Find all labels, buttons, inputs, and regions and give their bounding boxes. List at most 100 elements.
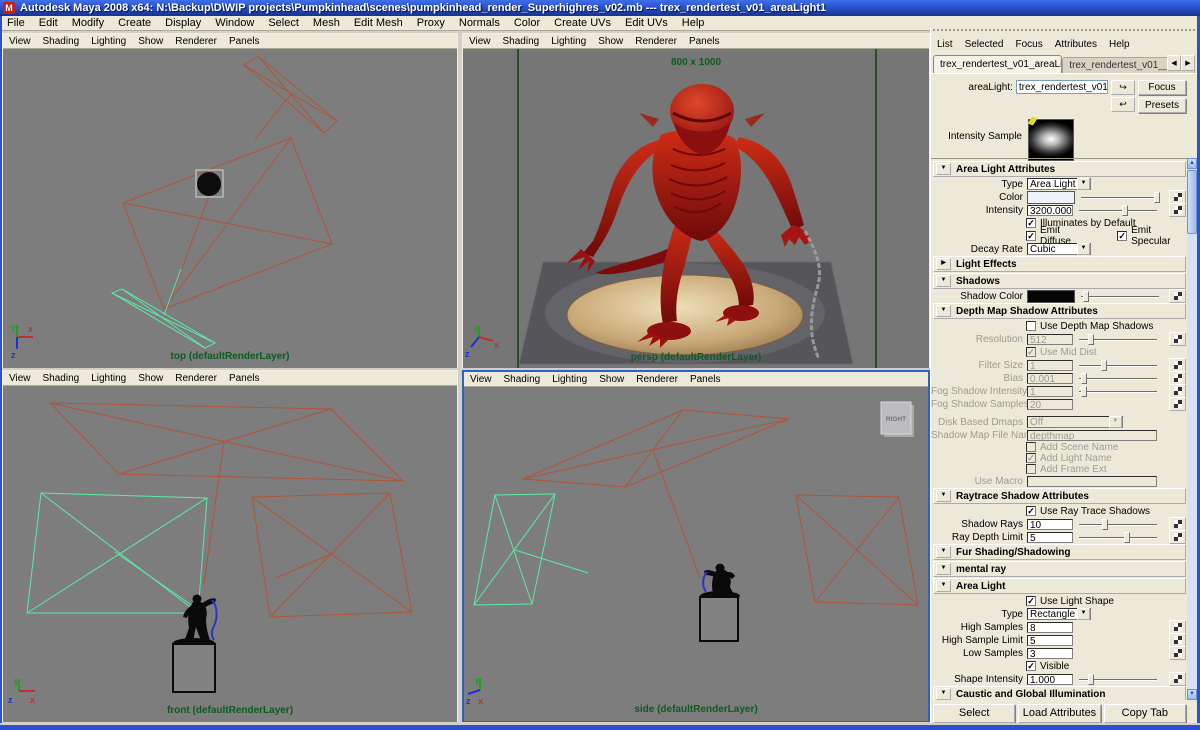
node-name-input[interactable]: trex_rendertest_v01_areaLightS bbox=[1016, 80, 1108, 94]
fog-intensity-input[interactable]: 1 bbox=[1027, 386, 1073, 397]
collapse-icon[interactable]: ▼ bbox=[936, 563, 951, 575]
focus-out-icon[interactable]: ↩ bbox=[1111, 97, 1135, 112]
vp-menu-show[interactable]: Show bbox=[593, 374, 630, 385]
menu-item-edit[interactable]: Edit bbox=[32, 17, 65, 29]
menu-item-mesh[interactable]: Mesh bbox=[306, 17, 347, 29]
vp-menu-renderer[interactable]: Renderer bbox=[169, 36, 223, 47]
menu-item-normals[interactable]: Normals bbox=[452, 17, 507, 29]
shadow-rays-input[interactable]: 10 bbox=[1027, 519, 1073, 530]
decay-dropdown[interactable]: Cubic ▼ bbox=[1027, 243, 1091, 255]
vp-menu-renderer[interactable]: Renderer bbox=[629, 36, 683, 47]
vp-menu-show[interactable]: Show bbox=[592, 36, 629, 47]
map-button[interactable] bbox=[1169, 203, 1186, 217]
menu-item-help[interactable]: Help bbox=[675, 17, 712, 29]
vp-menu-lighting[interactable]: Lighting bbox=[545, 36, 592, 47]
collapse-icon[interactable]: ▼ bbox=[936, 546, 951, 558]
shadow-map-file-input[interactable]: depthmap bbox=[1027, 430, 1157, 441]
ae-menu-list[interactable]: List bbox=[931, 39, 959, 50]
use-macro-input[interactable] bbox=[1027, 476, 1157, 487]
map-button[interactable] bbox=[1169, 332, 1186, 346]
ae-scrollbar[interactable]: ▲ ▼ bbox=[1187, 158, 1197, 700]
mr-type-dropdown[interactable]: Rectangle ▼ bbox=[1027, 608, 1091, 620]
map-button[interactable] bbox=[1169, 530, 1186, 544]
collapse-icon[interactable]: ▼ bbox=[936, 305, 951, 317]
vp-menu-shading[interactable]: Shading bbox=[37, 36, 86, 47]
fog-samples-input[interactable]: 20 bbox=[1027, 399, 1073, 410]
scroll-up-icon[interactable]: ▲ bbox=[1187, 158, 1197, 169]
intensity-slider[interactable] bbox=[1079, 205, 1157, 216]
shape-intensity-input[interactable]: 1.000 bbox=[1027, 674, 1073, 685]
map-button[interactable] bbox=[1169, 672, 1186, 686]
vp-menu-view[interactable]: View bbox=[3, 36, 37, 47]
menu-item-display[interactable]: Display bbox=[158, 17, 208, 29]
side-viewport-canvas[interactable]: RIGHT y z x side (defaultRenderLayer) bbox=[464, 387, 928, 721]
map-button[interactable] bbox=[1169, 384, 1186, 398]
panel-drag-handle[interactable] bbox=[933, 29, 1195, 36]
viewport-front[interactable]: View Shading Lighting Show Renderer Pane… bbox=[2, 370, 458, 722]
expand-icon[interactable]: ▶ bbox=[936, 258, 951, 270]
shadow-rays-slider[interactable] bbox=[1079, 519, 1157, 530]
collapse-icon[interactable]: ▼ bbox=[936, 580, 951, 592]
select-button[interactable]: Select bbox=[933, 704, 1015, 723]
use-light-shape-checkbox[interactable] bbox=[1026, 596, 1036, 606]
map-button[interactable] bbox=[1169, 633, 1186, 647]
vp-menu-show[interactable]: Show bbox=[132, 373, 169, 384]
map-button[interactable] bbox=[1169, 371, 1186, 385]
load-attributes-button[interactable]: Load Attributes bbox=[1018, 704, 1100, 723]
illuminates-checkbox[interactable] bbox=[1026, 218, 1036, 228]
high-limit-input[interactable]: 5 bbox=[1027, 635, 1073, 646]
scroll-down-icon[interactable]: ▼ bbox=[1187, 689, 1197, 700]
bias-slider[interactable] bbox=[1079, 373, 1157, 384]
menu-item-select[interactable]: Select bbox=[261, 17, 306, 29]
menu-item-proxy[interactable]: Proxy bbox=[410, 17, 452, 29]
section-depth-map[interactable]: ▼ Depth Map Shadow Attributes bbox=[933, 303, 1186, 319]
tab-arealight-shape[interactable]: trex_rendertest_v01_areaLightShape1 bbox=[933, 55, 1062, 73]
low-samples-input[interactable]: 3 bbox=[1027, 648, 1073, 659]
focus-in-icon[interactable]: ↪ bbox=[1111, 80, 1135, 95]
vp-menu-show[interactable]: Show bbox=[132, 36, 169, 47]
vp-menu-shading[interactable]: Shading bbox=[497, 36, 546, 47]
section-light-effects[interactable]: ▶ Light Effects bbox=[933, 256, 1186, 272]
map-button[interactable] bbox=[1169, 190, 1186, 204]
tab-scroll-left-icon[interactable]: ◀ bbox=[1167, 55, 1181, 71]
vp-menu-lighting[interactable]: Lighting bbox=[546, 374, 593, 385]
section-raytrace[interactable]: ▼ Raytrace Shadow Attributes bbox=[933, 488, 1186, 504]
menu-item-edit-uvs[interactable]: Edit UVs bbox=[618, 17, 675, 29]
front-viewport-canvas[interactable]: y x z front (defaultRenderLayer) bbox=[3, 386, 457, 722]
collapse-icon[interactable]: ▼ bbox=[936, 275, 951, 287]
viewport-top[interactable]: View Shading Lighting Show Renderer Pane… bbox=[2, 33, 458, 368]
collapse-icon[interactable]: ▼ bbox=[936, 490, 951, 502]
ray-depth-input[interactable]: 5 bbox=[1027, 532, 1073, 543]
filter-size-slider[interactable] bbox=[1079, 360, 1157, 371]
camera-plate[interactable]: RIGHT bbox=[881, 402, 914, 437]
section-fur[interactable]: ▼ Fur Shading/Shadowing bbox=[933, 544, 1186, 560]
attributes-scroll-area[interactable]: ▼ Area Light Attributes Type Area Light … bbox=[931, 158, 1188, 700]
emit-specular-checkbox[interactable] bbox=[1117, 231, 1127, 241]
map-button[interactable] bbox=[1169, 646, 1186, 660]
vp-menu-lighting[interactable]: Lighting bbox=[85, 36, 132, 47]
high-samples-input[interactable]: 8 bbox=[1027, 622, 1073, 633]
ae-menu-attributes[interactable]: Attributes bbox=[1049, 39, 1103, 50]
menu-item-modify[interactable]: Modify bbox=[65, 17, 111, 29]
tab-scroll-right-icon[interactable]: ▶ bbox=[1181, 55, 1195, 71]
ae-menu-selected[interactable]: Selected bbox=[959, 39, 1010, 50]
viewport-side[interactable]: View Shading Lighting Show Renderer Pane… bbox=[462, 370, 930, 722]
vp-menu-panels[interactable]: Panels bbox=[223, 36, 266, 47]
vp-menu-renderer[interactable]: Renderer bbox=[630, 374, 684, 385]
color-swatch[interactable] bbox=[1027, 191, 1075, 204]
vp-menu-view[interactable]: View bbox=[3, 373, 37, 384]
filter-size-input[interactable]: 1 bbox=[1027, 360, 1073, 371]
vp-menu-view[interactable]: View bbox=[464, 374, 498, 385]
vp-menu-shading[interactable]: Shading bbox=[498, 374, 547, 385]
visible-checkbox[interactable] bbox=[1026, 661, 1036, 671]
add-light-checkbox[interactable] bbox=[1026, 453, 1036, 463]
menu-item-create[interactable]: Create bbox=[111, 17, 158, 29]
color-slider[interactable] bbox=[1081, 192, 1159, 203]
add-frame-checkbox[interactable] bbox=[1026, 464, 1036, 474]
resolution-slider[interactable] bbox=[1079, 334, 1157, 345]
presets-button[interactable]: Presets bbox=[1138, 98, 1186, 113]
fog-intensity-slider[interactable] bbox=[1079, 386, 1157, 397]
vp-menu-lighting[interactable]: Lighting bbox=[85, 373, 132, 384]
menu-item-window[interactable]: Window bbox=[208, 17, 261, 29]
ae-menu-focus[interactable]: Focus bbox=[1009, 39, 1048, 50]
